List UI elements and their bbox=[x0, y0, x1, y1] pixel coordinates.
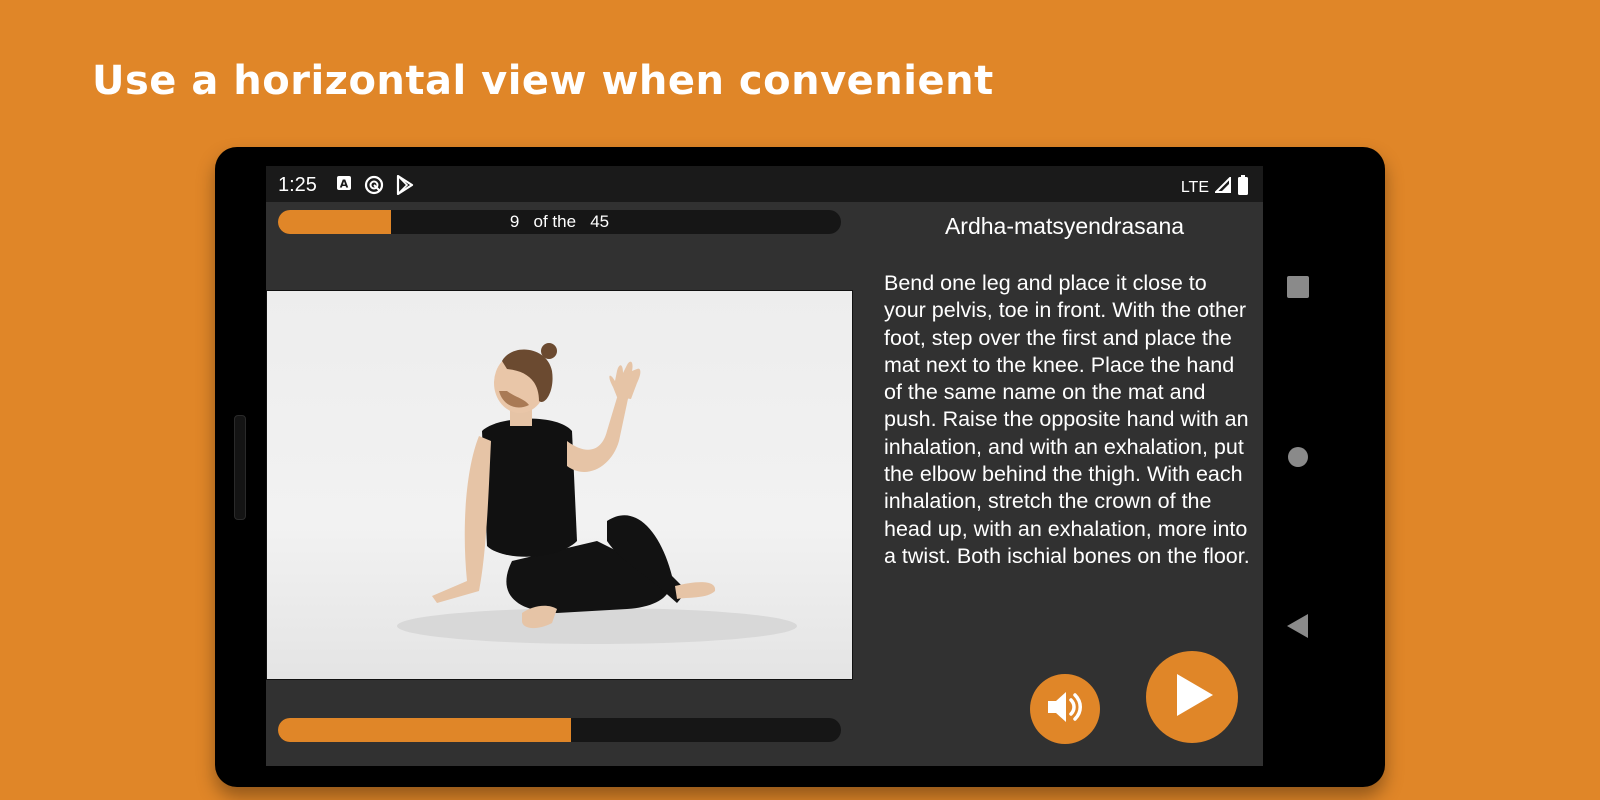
pose-title: Ardha-matsyendrasana bbox=[944, 213, 1185, 239]
font-icon: A bbox=[336, 175, 352, 200]
battery-icon bbox=[1237, 175, 1249, 200]
status-bar: 1:25 A LTE bbox=[266, 166, 1263, 202]
svg-text:A: A bbox=[340, 178, 349, 191]
progress-current: 9 bbox=[509, 212, 520, 231]
pose-description: Bend one leg and place it close to your … bbox=[884, 271, 1250, 568]
progress-total: 45 bbox=[590, 212, 610, 231]
status-notification-icons: A bbox=[336, 174, 414, 200]
play-button[interactable] bbox=[1146, 651, 1238, 743]
sound-button[interactable] bbox=[1030, 674, 1100, 744]
play-store-icon bbox=[396, 174, 414, 200]
progress-separator: of the bbox=[533, 212, 577, 231]
device-side-button bbox=[234, 415, 246, 520]
volume-icon bbox=[1044, 686, 1086, 733]
sync-icon bbox=[364, 175, 384, 200]
play-icon bbox=[1167, 670, 1217, 725]
pose-progress-bar: 9 of the 45 bbox=[278, 210, 841, 234]
app-screen: 1:25 A LTE 9 of the 45 Ardha-matsyendras… bbox=[266, 166, 1263, 766]
status-right: LTE bbox=[1181, 175, 1249, 200]
network-type: LTE bbox=[1180, 178, 1209, 196]
signal-icon bbox=[1213, 175, 1231, 198]
system-nav-bar bbox=[1263, 166, 1385, 766]
recents-icon[interactable] bbox=[1287, 276, 1309, 303]
home-icon[interactable] bbox=[1287, 446, 1309, 473]
status-time: 1:25 bbox=[278, 174, 317, 196]
playback-progress-fill bbox=[278, 718, 571, 742]
pose-photo bbox=[266, 290, 853, 680]
back-icon[interactable] bbox=[1287, 614, 1309, 643]
headline: Use a horizontal view when convenient bbox=[92, 58, 994, 104]
playback-progress-bar[interactable] bbox=[278, 718, 841, 742]
pose-progress-label: 9 of the 45 bbox=[278, 212, 841, 232]
